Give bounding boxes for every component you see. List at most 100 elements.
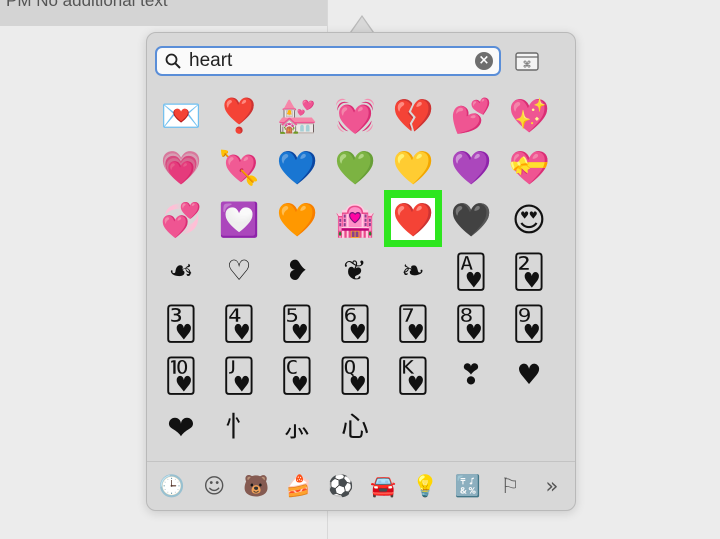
flags-icon[interactable]: ⚐: [495, 471, 525, 501]
category-bar: 🕒 ☺ 🐻 🍰 ⚽ 🚘 💡 🔣 ⚐ »: [157, 471, 567, 501]
emoji-glyph: ❣️: [218, 95, 260, 135]
footer-divider: [147, 461, 575, 462]
emoji-glyph: 🂽: [337, 355, 373, 395]
emoji-cell[interactable]: 💙: [269, 141, 325, 193]
background-text: PM No additional text: [6, 0, 168, 10]
animals-icon[interactable]: 🐻: [241, 471, 271, 501]
emoji-glyph: ❤️: [391, 198, 435, 240]
emoji-glyph: 🂱: [454, 251, 488, 291]
emoji-glyph: 💌: [160, 95, 202, 135]
emoji-glyph: 🂵: [280, 303, 314, 343]
emoji-glyph: 💚: [334, 147, 376, 187]
search-icon: [165, 53, 181, 69]
emoji-cell[interactable]: 🂷: [385, 297, 441, 349]
emoji-cell[interactable]: 🂶: [327, 297, 383, 349]
emoji-cell-selected[interactable]: ❤️: [384, 190, 442, 247]
emoji-cell[interactable]: 💛: [385, 141, 441, 193]
emoji-glyph: 💖: [508, 95, 550, 135]
search-input[interactable]: [189, 50, 459, 72]
emoji-glyph: 💙: [276, 147, 318, 187]
emoji-glyph: 😍: [511, 199, 547, 239]
emoji-cell[interactable]: ❧: [385, 245, 441, 297]
empty-cell: [443, 401, 499, 453]
emoji-glyph: 💓: [334, 95, 376, 135]
emoji-cell[interactable]: 🂽: [327, 349, 383, 401]
emoji-glyph: 🏩: [334, 199, 376, 239]
emoji-glyph: ❧: [401, 254, 425, 287]
emoji-cell[interactable]: 💝: [501, 141, 557, 193]
emoji-glyph: ❤: [167, 407, 195, 447]
emoji-glyph: 💘: [218, 147, 260, 187]
empty-cell: [501, 401, 557, 453]
emoji-glyph: 🂺: [164, 355, 198, 395]
emoji-cell[interactable]: 忄: [211, 401, 267, 453]
symbols-icon[interactable]: 🔣: [453, 471, 483, 501]
emoji-cell[interactable]: 💖: [501, 89, 557, 141]
emoji-cell[interactable]: 🂲: [501, 245, 557, 297]
emoji-cell[interactable]: 💔: [385, 89, 441, 141]
emoji-glyph: ❦: [343, 254, 367, 287]
emoji-glyph: ❣: [459, 358, 483, 391]
emoji-cell[interactable]: 💕: [443, 89, 499, 141]
emoji-glyph: 🂲: [512, 251, 546, 291]
character-viewer-icon[interactable]: ⌘: [514, 51, 540, 73]
emoji-cell[interactable]: ❦: [327, 245, 383, 297]
recent-icon[interactable]: 🕒: [157, 471, 187, 501]
smileys-icon[interactable]: ☺: [199, 471, 229, 501]
clear-search-icon[interactable]: ×: [475, 52, 493, 70]
emoji-cell[interactable]: 💌: [153, 89, 209, 141]
emoji-cell[interactable]: ❥: [269, 245, 325, 297]
travel-icon[interactable]: 🚘: [368, 471, 398, 501]
emoji-cell[interactable]: 💒: [269, 89, 325, 141]
emoji-glyph: 🂶: [338, 303, 372, 343]
emoji-glyph: 🂾: [396, 355, 430, 395]
emoji-cell[interactable]: 💚: [327, 141, 383, 193]
emoji-cell[interactable]: ⺗: [269, 401, 325, 453]
emoji-cell[interactable]: 心: [327, 401, 383, 453]
emoji-cell[interactable]: ❤: [153, 401, 209, 453]
emoji-glyph: 💟: [218, 199, 260, 239]
emoji-cell[interactable]: 😍: [501, 193, 557, 245]
emoji-cell[interactable]: ❣: [443, 349, 499, 401]
emoji-cell[interactable]: 🂸: [443, 297, 499, 349]
emoji-glyph: 💞: [160, 199, 202, 239]
emoji-cell[interactable]: 🂳: [153, 297, 209, 349]
emoji-cell[interactable]: 🏩: [327, 193, 383, 245]
emoji-glyph: 💔: [392, 95, 434, 135]
emoji-glyph: ❥: [285, 254, 309, 287]
emoji-cell[interactable]: ♡: [211, 245, 267, 297]
popover-arrow-fill: [351, 17, 373, 33]
objects-icon[interactable]: 💡: [410, 471, 440, 501]
emoji-grid: 💌 ❣️ 💒 💓 💔 💕 💖 💗 💘 💙 💚 💛 💜 💝 💞 💟 🧡 🏩 ❤️ 🖤 😍 ☙ ♡ ❥ ❦ ❧ 🂱 🂲 🂳 🂴 🂵 🂶 🂷 🂸 🂹 🂺 🂻 🂼…: [153, 89, 565, 453]
emoji-cell[interactable]: 🂹: [501, 297, 557, 349]
emoji-cell[interactable]: 🂱: [443, 245, 499, 297]
emoji-glyph: 🖤: [450, 199, 492, 239]
emoji-cell[interactable]: 💓: [327, 89, 383, 141]
emoji-cell[interactable]: 🂾: [385, 349, 441, 401]
emoji-cell[interactable]: 🖤: [443, 193, 499, 245]
emoji-cell[interactable]: 💞: [153, 193, 209, 245]
emoji-cell[interactable]: 🂴: [211, 297, 267, 349]
emoji-glyph: 💛: [392, 147, 434, 187]
emoji-cell[interactable]: 💘: [211, 141, 267, 193]
emoji-cell[interactable]: ❣️: [211, 89, 267, 141]
food-icon[interactable]: 🍰: [284, 471, 314, 501]
emoji-cell[interactable]: 🂼: [269, 349, 325, 401]
empty-cell: [385, 401, 441, 453]
emoji-cell[interactable]: ♥: [501, 349, 557, 401]
emoji-cell[interactable]: 💟: [211, 193, 267, 245]
search-field[interactable]: ×: [155, 46, 501, 76]
emoji-cell[interactable]: 💗: [153, 141, 209, 193]
emoji-cell[interactable]: 🧡: [269, 193, 325, 245]
more-icon[interactable]: »: [537, 471, 567, 501]
emoji-glyph: 🂳: [164, 303, 198, 343]
emoji-glyph: 💗: [160, 147, 202, 187]
activity-icon[interactable]: ⚽: [326, 471, 356, 501]
emoji-cell[interactable]: ☙: [153, 245, 209, 297]
emoji-cell[interactable]: 🂵: [269, 297, 325, 349]
emoji-cell[interactable]: 🂺: [153, 349, 209, 401]
emoji-glyph: 心: [340, 410, 369, 443]
emoji-cell[interactable]: 🂻: [211, 349, 267, 401]
emoji-glyph: 🂼: [280, 355, 314, 395]
emoji-cell[interactable]: 💜: [443, 141, 499, 193]
